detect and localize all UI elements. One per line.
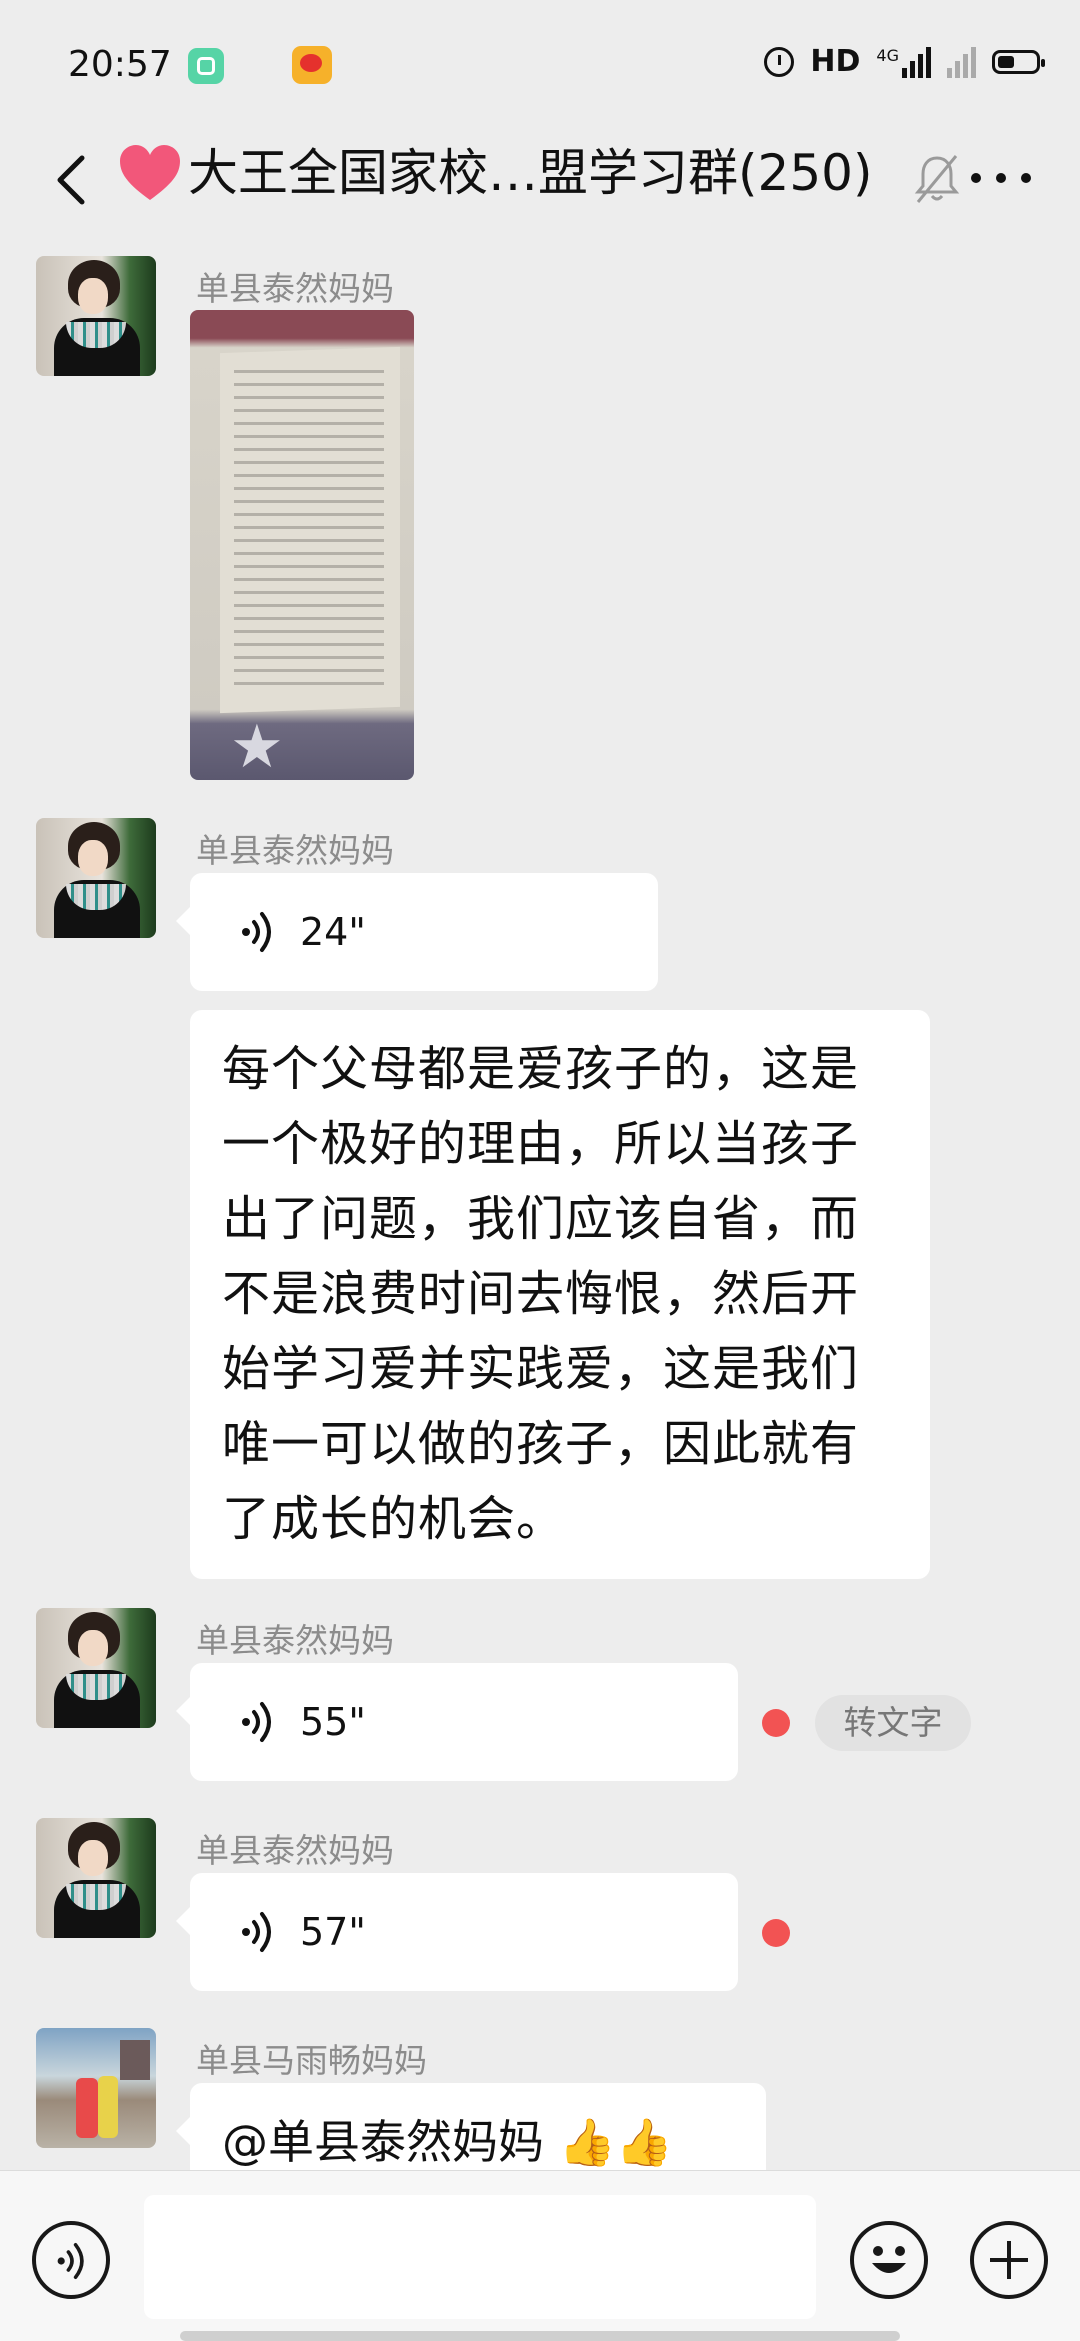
- plus-button[interactable]: [970, 2221, 1048, 2299]
- sender-name: 单县泰然妈妈: [196, 1831, 394, 1870]
- voice-wave-icon: [242, 912, 271, 952]
- status-time: 20:57: [68, 44, 172, 85]
- convert-to-text-button[interactable]: 转文字: [815, 1695, 971, 1751]
- voice-wave-icon: [242, 1702, 271, 1742]
- voice-duration: 55": [300, 1700, 366, 1744]
- chat-header: 大王全国家校…盟学习群(250): [0, 130, 1080, 236]
- message-input[interactable]: [144, 2195, 816, 2319]
- text-message[interactable]: 每个父母都是爱孩子的，这是一个极好的理由，所以当孩子出了问题，我们应该自省，而不…: [190, 1010, 930, 1579]
- sender-name: 单县泰然妈妈: [196, 831, 394, 870]
- avatar[interactable]: [36, 256, 156, 376]
- avatar[interactable]: [36, 818, 156, 938]
- sender-name: 单县泰然妈妈: [196, 1621, 394, 1660]
- emoji-button[interactable]: [850, 2221, 928, 2299]
- sender-name: 单县泰然妈妈: [196, 269, 394, 308]
- voice-message[interactable]: 55": [176, 1663, 738, 1781]
- avatar[interactable]: [36, 2028, 156, 2148]
- battery-icon: [992, 49, 1045, 74]
- chat-title-text: 大王全国家校…盟学习群(250): [188, 144, 873, 202]
- chevron-left-icon[interactable]: [44, 150, 104, 210]
- signal-label: 4G: [876, 45, 899, 65]
- avatar[interactable]: [36, 1608, 156, 1728]
- voice-message[interactable]: 57": [176, 1873, 738, 1991]
- signal-4g-icon: 4G: [876, 46, 931, 78]
- unread-dot: [762, 1919, 790, 1947]
- weibo-notification-icon: [292, 46, 332, 84]
- image-message[interactable]: ★: [190, 310, 414, 780]
- star-pattern: ★: [230, 712, 284, 780]
- avatar[interactable]: [36, 1818, 156, 1938]
- notification-app-icon: [188, 48, 224, 84]
- alarm-icon: [764, 46, 795, 77]
- more-dots-icon[interactable]: [966, 166, 1036, 190]
- voice-duration: 24": [300, 910, 366, 954]
- voice-toggle-button[interactable]: [32, 2221, 110, 2299]
- voice-message[interactable]: 24": [176, 873, 658, 991]
- unread-dot: [762, 1709, 790, 1737]
- hd-label: HD: [810, 44, 861, 79]
- voice-duration: 57": [300, 1910, 366, 1954]
- status-indicators: HD 4G: [764, 44, 1045, 79]
- status-bar: 20:57 HD 4G: [0, 0, 1080, 130]
- heart-icon: [120, 145, 180, 200]
- plus-icon: [990, 2241, 1028, 2279]
- chat-title: 大王全国家校…盟学习群(250): [118, 138, 872, 208]
- emoji-icon: [872, 2246, 906, 2273]
- voice-icon: [57, 2242, 84, 2279]
- book-text-lines: [234, 370, 384, 690]
- input-bar: [0, 2170, 1080, 2341]
- voice-wave-icon: [242, 1912, 271, 1952]
- sender-name: 单县马雨畅妈妈: [196, 2041, 427, 2080]
- bell-muted-icon: [914, 155, 960, 203]
- signal-secondary-icon: [947, 46, 976, 78]
